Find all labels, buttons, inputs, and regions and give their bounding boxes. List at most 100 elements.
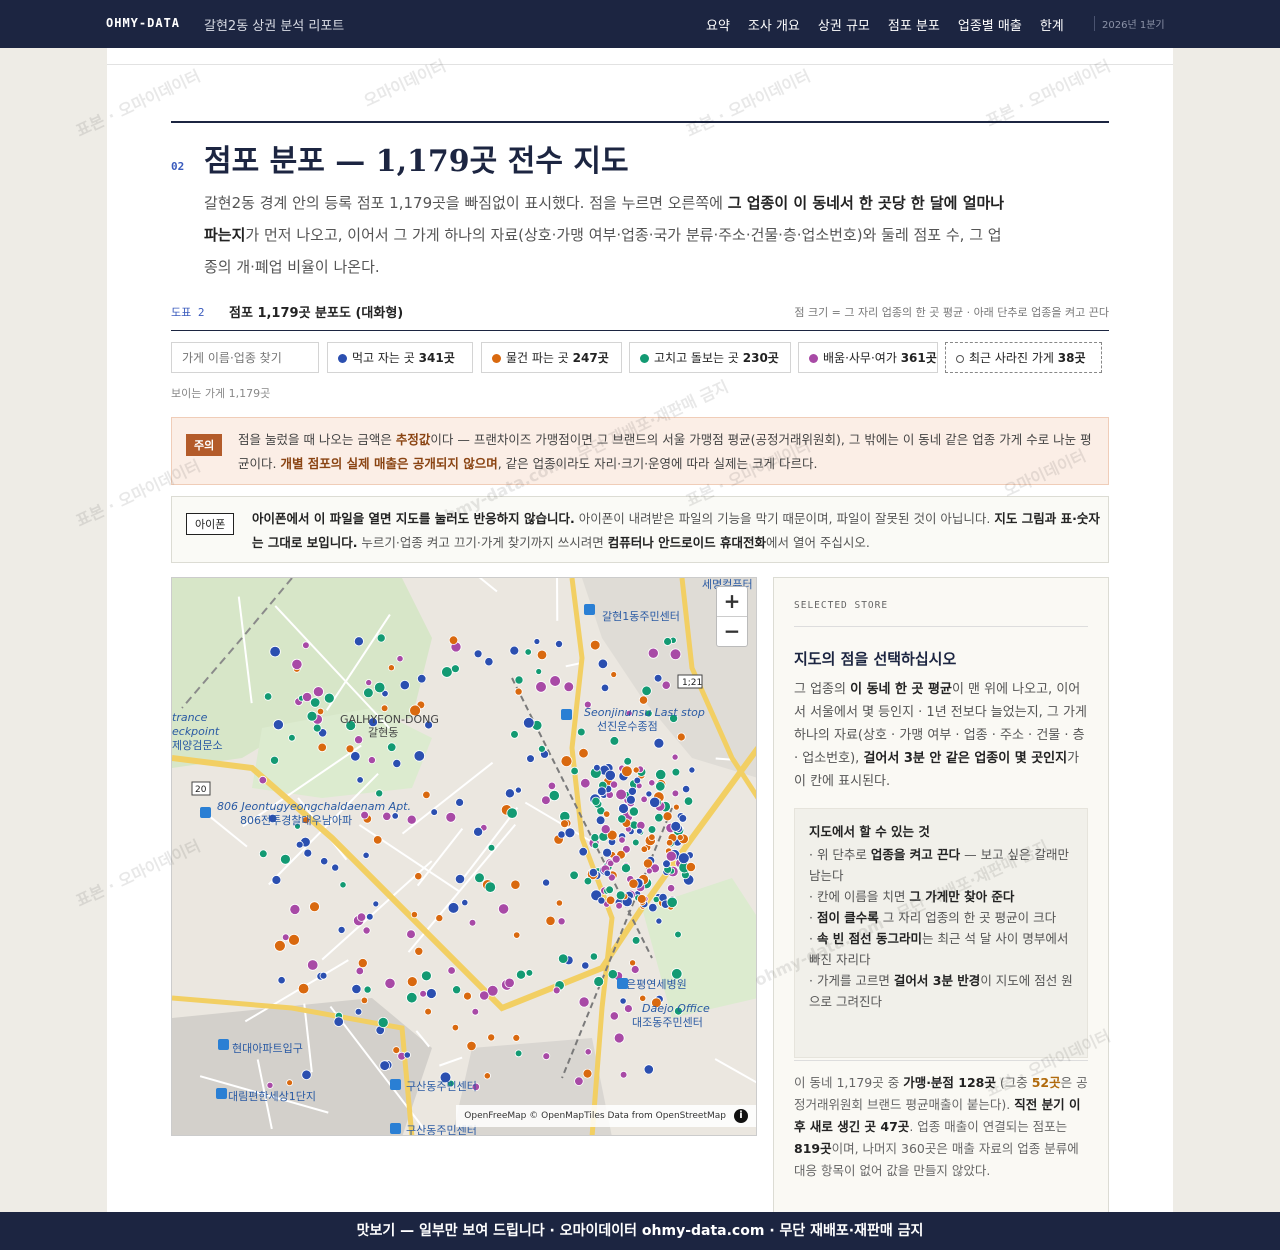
store-dot[interactable]: [420, 970, 432, 982]
filter-chip-food-lodging[interactable]: 먹고 자는 곳 341곳: [327, 342, 473, 373]
store-dot[interactable]: [536, 649, 548, 661]
store-dot[interactable]: [549, 675, 561, 687]
store-dot[interactable]: [542, 878, 551, 887]
store-dot[interactable]: [406, 814, 417, 825]
store-dot[interactable]: [487, 843, 496, 852]
store-dot[interactable]: [595, 815, 606, 826]
store-dot[interactable]: [685, 861, 697, 873]
store-dot[interactable]: [277, 976, 286, 985]
store-dot[interactable]: [653, 737, 665, 749]
store-dot[interactable]: [289, 903, 301, 915]
store-dot[interactable]: [666, 896, 678, 908]
store-dot[interactable]: [414, 946, 424, 956]
store-dot[interactable]: [674, 930, 682, 939]
store-dot[interactable]: [671, 753, 679, 761]
store-dot[interactable]: [506, 807, 518, 819]
store-dot[interactable]: [362, 926, 371, 935]
store-dot[interactable]: [514, 675, 524, 685]
store-dot[interactable]: [515, 969, 526, 980]
store-dot[interactable]: [454, 873, 466, 885]
store-dot[interactable]: [655, 781, 666, 792]
nav-store-distribution[interactable]: 점포 분포: [888, 15, 940, 34]
store-dot[interactable]: [452, 985, 462, 995]
store-map[interactable]: 갈현1동주민센터 Seonjinunsu Last stop 선진운수종점 GA…: [171, 577, 757, 1136]
store-dot[interactable]: [377, 1016, 389, 1028]
store-dot[interactable]: [600, 824, 611, 835]
store-dot[interactable]: [406, 992, 418, 1004]
store-dot[interactable]: [422, 790, 431, 800]
filter-chip-closed-stores[interactable]: 최근 사라진 가게 38곳: [945, 342, 1102, 373]
store-dot[interactable]: [451, 1023, 460, 1032]
store-dot[interactable]: [399, 680, 410, 691]
store-dot[interactable]: [387, 664, 395, 672]
store-dot[interactable]: [560, 819, 570, 829]
store-dot[interactable]: [676, 833, 684, 841]
store-dot[interactable]: [441, 666, 453, 678]
store-dot[interactable]: [645, 790, 653, 798]
store-dot[interactable]: [607, 969, 618, 980]
store-dot[interactable]: [605, 895, 616, 906]
filter-chip-education-leisure[interactable]: 배움·사무·여가 361곳: [798, 342, 938, 373]
store-search-input[interactable]: [171, 342, 319, 373]
store-dot[interactable]: [319, 971, 328, 980]
store-dot[interactable]: [363, 687, 374, 699]
store-dot[interactable]: [609, 736, 620, 746]
store-dot[interactable]: [373, 681, 386, 694]
store-dot[interactable]: [410, 910, 418, 919]
store-dot[interactable]: [570, 766, 579, 776]
store-dot[interactable]: [631, 936, 641, 945]
store-dot[interactable]: [603, 869, 611, 877]
store-dot[interactable]: [386, 742, 397, 752]
store-dot[interactable]: [653, 673, 663, 683]
store-dot[interactable]: [602, 847, 613, 858]
store-dot[interactable]: [619, 1070, 628, 1079]
store-dot[interactable]: [584, 1048, 592, 1056]
store-dot[interactable]: [578, 847, 588, 857]
store-dot[interactable]: [580, 777, 591, 789]
store-dot[interactable]: [455, 797, 465, 807]
store-dot[interactable]: [474, 872, 485, 884]
store-dot[interactable]: [362, 851, 370, 859]
nav-market-size[interactable]: 상권 규모: [818, 15, 870, 34]
store-dot[interactable]: [312, 686, 324, 698]
store-dot[interactable]: [605, 885, 614, 895]
store-dot[interactable]: [350, 751, 361, 762]
store-dot[interactable]: [309, 901, 320, 913]
store-dot[interactable]: [552, 986, 561, 995]
store-dot[interactable]: [648, 902, 658, 913]
store-dot[interactable]: [258, 775, 267, 785]
store-dot[interactable]: [339, 881, 347, 889]
store-dot[interactable]: [613, 1032, 625, 1044]
store-dot[interactable]: [510, 879, 521, 890]
store-dot[interactable]: [259, 849, 268, 859]
store-dot[interactable]: [479, 990, 490, 1001]
store-dot[interactable]: [504, 977, 515, 989]
store-dot[interactable]: [360, 996, 369, 1005]
store-dot[interactable]: [450, 664, 460, 674]
store-dot[interactable]: [312, 723, 322, 733]
store-dot[interactable]: [676, 732, 686, 742]
store-dot[interactable]: [555, 899, 563, 907]
store-dot[interactable]: [548, 789, 560, 802]
store-dot[interactable]: [295, 840, 304, 849]
store-dot[interactable]: [628, 806, 639, 817]
store-dot[interactable]: [647, 825, 657, 834]
store-dot[interactable]: [636, 894, 647, 904]
store-dot[interactable]: [683, 796, 694, 806]
store-dot[interactable]: [670, 820, 682, 832]
store-dot[interactable]: [263, 692, 273, 701]
store-dot[interactable]: [542, 1052, 551, 1061]
store-dot[interactable]: [331, 863, 340, 872]
store-dot[interactable]: [655, 769, 667, 781]
store-dot[interactable]: [372, 835, 383, 845]
store-dot[interactable]: [618, 803, 629, 814]
store-dot[interactable]: [628, 878, 639, 889]
store-dot[interactable]: [447, 966, 456, 975]
store-dot[interactable]: [391, 812, 399, 820]
store-dot[interactable]: [355, 966, 364, 976]
store-dot[interactable]: [563, 681, 575, 693]
store-dot[interactable]: [574, 1076, 584, 1086]
brand-logo[interactable]: OHMY-DATA: [106, 16, 180, 30]
store-dot[interactable]: [291, 658, 303, 671]
store-dot[interactable]: [629, 959, 637, 967]
